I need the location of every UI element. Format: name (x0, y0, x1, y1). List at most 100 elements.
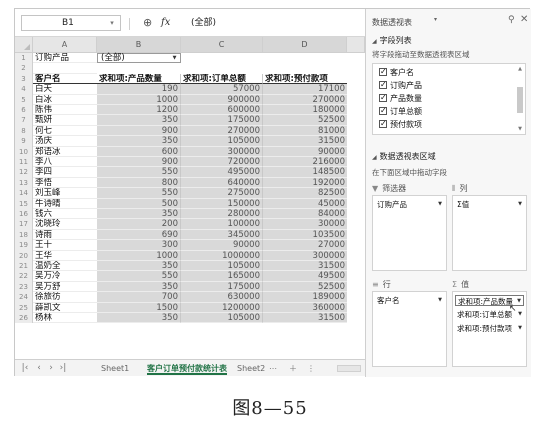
column-header-b[interactable]: B (97, 37, 181, 53)
table-cell[interactable]: 360000 (263, 302, 347, 313)
table-cell[interactable]: 175000 (181, 281, 263, 293)
add-sheet-icon[interactable]: ＋ (289, 362, 297, 375)
table-cell[interactable]: 275000 (181, 188, 263, 199)
chevron-down-icon[interactable]: ▾ (107, 15, 117, 31)
row-number[interactable]: 5 (15, 94, 33, 105)
row-number[interactable]: 26 (15, 313, 33, 324)
chevron-down-icon[interactable]: ▼ (518, 199, 522, 210)
checkbox-icon[interactable] (379, 118, 387, 130)
table-cell[interactable]: 31500 (263, 261, 347, 272)
row-number[interactable]: 2 (15, 63, 33, 74)
table-cell[interactable]: 105000 (181, 313, 263, 324)
values-drop-area[interactable]: 求和项:产品数量 ▼ 求和项:订单总额 ▼ 求和项:预付款项 ▼ ↖ (452, 291, 527, 367)
filter-field-label[interactable]: 订购产品 (33, 53, 97, 64)
row-number[interactable]: 20 (15, 250, 33, 261)
row-number[interactable]: 23 (15, 281, 33, 293)
column-header-c[interactable]: C (181, 37, 263, 53)
table-cell[interactable]: 白冰 (33, 95, 97, 105)
field-item-product[interactable]: 订购产品 (379, 79, 422, 92)
table-cell[interactable]: 1000 (97, 94, 181, 105)
field-item-customer[interactable]: 客户名 (379, 66, 414, 79)
row-number[interactable]: 14 (15, 188, 33, 199)
table-cell[interactable]: 82500 (263, 188, 347, 199)
row-number[interactable]: 25 (15, 302, 33, 313)
checkbox-icon[interactable] (379, 66, 387, 78)
table-cell[interactable]: 300000 (181, 146, 263, 157)
table-cell[interactable]: 81000 (263, 125, 347, 137)
scroll-thumb[interactable] (517, 87, 523, 113)
table-cell[interactable]: 105000 (181, 261, 263, 272)
table-cell[interactable]: 17100 (263, 84, 347, 95)
table-cell[interactable]: 31500 (263, 313, 347, 324)
table-cell[interactable]: 300 (97, 240, 181, 251)
table-cell[interactable]: 270000 (263, 94, 347, 105)
table-cell[interactable]: 温奶全 (33, 261, 97, 272)
table-cell[interactable]: 300000 (263, 250, 347, 261)
field-item-quantity[interactable]: 产品数量 (379, 92, 422, 105)
prev-sheet-icon[interactable]: ‹ (33, 362, 45, 374)
table-cell[interactable]: 150000 (181, 198, 263, 209)
horizontal-scrollbar[interactable] (337, 365, 361, 372)
close-icon[interactable]: ✕ (520, 14, 528, 25)
table-cell[interactable]: 190 (97, 84, 181, 95)
table-cell[interactable]: 牛诗晴 (33, 199, 97, 209)
table-cell[interactable]: 王十 (33, 240, 97, 251)
table-cell[interactable]: 吴万舒 (33, 282, 97, 293)
table-cell[interactable]: 李八 (33, 157, 97, 168)
table-cell[interactable]: 汤庆 (33, 136, 97, 147)
column-header-a[interactable]: A (33, 37, 97, 53)
table-cell[interactable]: 诗雨 (33, 230, 97, 241)
sheet-tab-1[interactable]: Sheet1 (101, 362, 129, 375)
row-number[interactable]: 22 (15, 271, 33, 282)
table-cell[interactable]: 550 (97, 271, 181, 282)
column-chip-values[interactable]: Σ值 ▼ (455, 199, 524, 210)
table-cell[interactable]: 钱六 (33, 209, 97, 220)
column-header-e[interactable] (347, 37, 365, 53)
table-cell[interactable]: 陈伟 (33, 105, 97, 116)
row-number[interactable]: 15 (15, 198, 33, 209)
table-cell[interactable]: 李四 (33, 167, 97, 178)
table-cell[interactable]: 30000 (263, 219, 347, 230)
chevron-down-icon[interactable]: ▾ (434, 16, 437, 23)
table-cell[interactable]: 沈晓玲 (33, 219, 97, 230)
checkbox-icon[interactable] (379, 92, 387, 104)
table-cell[interactable]: 90000 (181, 240, 263, 251)
table-cell[interactable]: 350 (97, 115, 181, 126)
table-cell[interactable]: 1200000 (181, 302, 263, 313)
pivot-header-cell[interactable]: 求和项:预付款项 (263, 73, 347, 85)
field-list-header[interactable]: ◢ 字段列表 (372, 35, 412, 46)
row-number[interactable]: 24 (15, 292, 33, 303)
table-cell[interactable]: 1000 (97, 250, 181, 261)
filter-chip-product[interactable]: 订购产品 ▼ (375, 199, 444, 210)
table-cell[interactable]: 杨林 (33, 313, 97, 324)
table-cell[interactable]: 徐旅彷 (33, 292, 97, 303)
table-cell[interactable]: 57000 (181, 84, 263, 95)
row-number[interactable]: 16 (15, 209, 33, 220)
table-cell[interactable]: 52500 (263, 281, 347, 293)
chevron-down-icon[interactable]: ▼ (518, 323, 522, 334)
table-cell[interactable]: 何七 (33, 126, 97, 137)
chevron-down-icon[interactable]: ▼ (438, 295, 442, 306)
row-number[interactable]: 19 (15, 240, 33, 251)
row-number[interactable]: 1 (15, 53, 33, 64)
table-cell[interactable]: 1200 (97, 105, 181, 116)
row-number[interactable]: 8 (15, 125, 33, 137)
table-cell[interactable] (33, 63, 97, 74)
table-cell[interactable]: 李悟 (33, 178, 97, 189)
table-cell[interactable]: 王华 (33, 251, 97, 261)
table-cell[interactable]: 495000 (181, 167, 263, 178)
areas-header[interactable]: ◢ 数据透视表区域 (372, 151, 436, 162)
table-cell[interactable]: 350 (97, 261, 181, 272)
row-number[interactable]: 11 (15, 157, 33, 168)
table-cell[interactable]: 90000 (263, 146, 347, 157)
scroll-up-icon[interactable]: ▲ (516, 65, 524, 73)
table-cell[interactable]: 720000 (181, 157, 263, 168)
table-cell[interactable]: 105000 (181, 136, 263, 147)
table-cell[interactable]: 192000 (263, 177, 347, 189)
table-cell[interactable]: 白天 (33, 84, 97, 95)
table-cell[interactable]: 350 (97, 136, 181, 147)
tab-split-icon[interactable]: ⋮ (307, 362, 315, 375)
table-cell[interactable]: 180000 (263, 105, 347, 116)
report-filter-dropdown[interactable]: (全部) ▼ (97, 53, 181, 64)
table-cell[interactable]: 350 (97, 209, 181, 220)
